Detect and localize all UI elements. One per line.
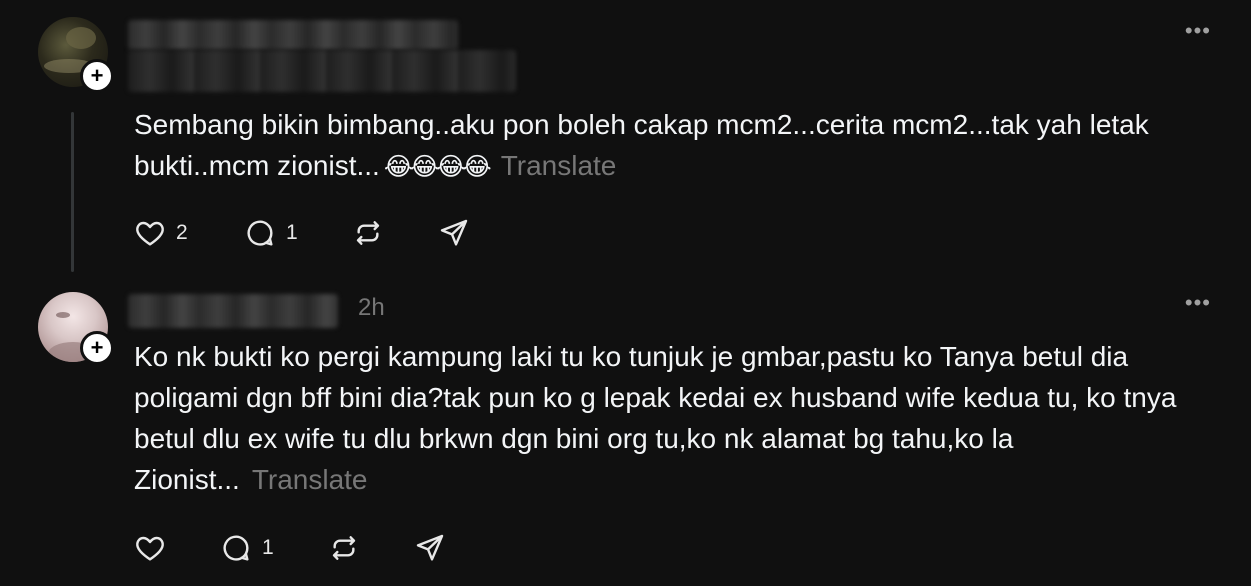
reply-button[interactable]: 1 xyxy=(220,530,274,566)
heart-icon xyxy=(136,221,164,246)
reply-post-2: + 2h ••• Ko nk bukti ko pergi kampung la… xyxy=(0,280,1251,586)
like-count: 2 xyxy=(176,221,188,244)
post-body: Sembang bikin bimbang..aku pon boleh cak… xyxy=(134,104,1194,188)
repost-button[interactable] xyxy=(328,530,360,566)
post-text: Sembang bikin bimbang..aku pon boleh cak… xyxy=(134,109,1149,181)
follow-button[interactable]: + xyxy=(80,59,114,93)
translate-link[interactable]: Translate xyxy=(252,464,368,495)
reply-button[interactable]: 1 xyxy=(244,215,298,251)
follow-button[interactable]: + xyxy=(80,331,114,365)
repost-icon xyxy=(332,536,356,560)
username-blurred xyxy=(128,50,516,92)
comment-icon xyxy=(247,220,273,246)
post-timestamp: 2h xyxy=(358,294,385,321)
repost-icon xyxy=(356,221,380,245)
reply-count: 1 xyxy=(262,536,274,559)
repost-button[interactable] xyxy=(352,215,384,251)
comment-icon xyxy=(223,535,249,561)
share-icon xyxy=(416,534,444,561)
reply-post-1: + ••• Sembang bikin bimbang..aku pon bol… xyxy=(0,0,1251,280)
share-icon xyxy=(440,219,468,246)
share-button[interactable] xyxy=(438,215,470,251)
post-body: Ko nk bukti ko pergi kampung laki tu ko … xyxy=(134,336,1194,500)
translate-link[interactable]: Translate xyxy=(501,150,617,181)
reply-count: 1 xyxy=(286,221,298,244)
share-button[interactable] xyxy=(414,530,446,566)
username-blurred[interactable] xyxy=(128,20,458,50)
heart-icon xyxy=(136,536,164,561)
avatar-detail xyxy=(56,312,70,318)
more-options-button[interactable]: ••• xyxy=(1185,20,1211,42)
more-options-button[interactable]: ••• xyxy=(1185,292,1211,314)
thread-line xyxy=(71,112,74,272)
like-button[interactable] xyxy=(134,530,176,566)
laughing-emoji: 😂😂😂😂 xyxy=(383,153,492,181)
like-button[interactable]: 2 xyxy=(134,215,188,251)
avatar-detail xyxy=(66,27,96,49)
username-blurred[interactable] xyxy=(128,294,338,328)
